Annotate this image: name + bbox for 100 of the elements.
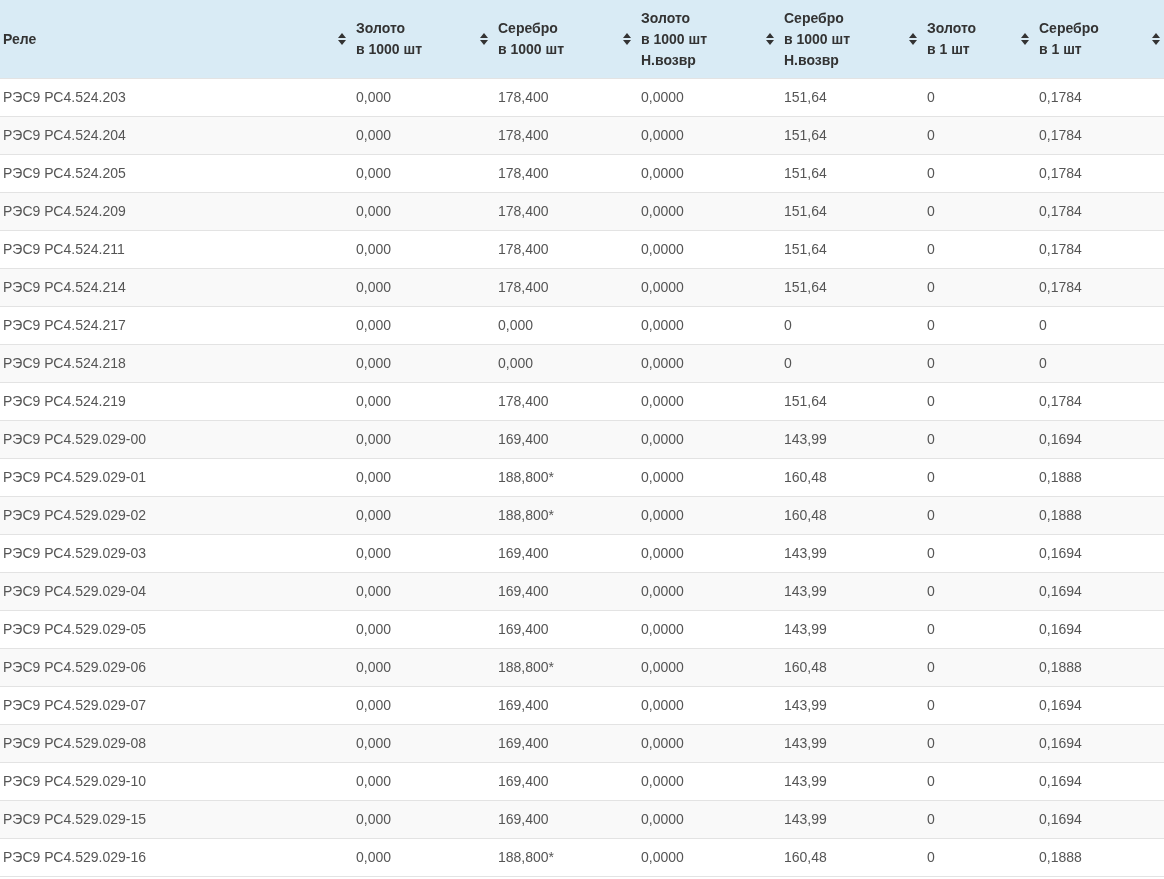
- table-cell-text: 0,0000: [641, 582, 684, 601]
- column-header[interactable]: Золото в 1000 шт Н.возвр: [641, 7, 708, 71]
- table-cell-text: 0,000: [356, 848, 392, 867]
- table-cell-text: 0,1888: [1039, 658, 1082, 677]
- table-cell-text: 0,0000: [641, 772, 684, 791]
- table-cell-text: 0: [927, 810, 935, 829]
- table-cell-text: 0,1694: [1039, 810, 1082, 829]
- table-cell-text: РЭС9 РС4.529.029-04: [3, 582, 146, 601]
- table-cell-text: 0,1784: [1039, 202, 1082, 221]
- table-cell-text: 0,1694: [1039, 772, 1082, 791]
- column-header[interactable]: Золото в 1000 шт: [356, 18, 423, 60]
- table-cell-text: 0,1694: [1039, 734, 1082, 753]
- column-header[interactable]: Реле: [3, 28, 37, 50]
- table-cell-text: 151,64: [784, 126, 827, 145]
- table-cell-text: 0: [927, 468, 935, 487]
- table-cell-text: 0,1694: [1039, 696, 1082, 715]
- table-cell-text: 188,800*: [498, 506, 555, 525]
- table-cell-text: 0: [927, 240, 935, 259]
- table-cell-text: 0: [927, 506, 935, 525]
- sort-icon[interactable]: [338, 33, 346, 45]
- column-header[interactable]: Серебро в 1 шт: [1039, 18, 1099, 60]
- table-cell-text: 0,000: [356, 544, 392, 563]
- table-cell-text: 160,48: [784, 468, 827, 487]
- table-cell-text: 0,0000: [641, 848, 684, 867]
- column-header[interactable]: Серебро в 1000 шт Н.возвр: [784, 7, 851, 71]
- table-cell-text: 0: [927, 164, 935, 183]
- table-cell-text: 0,1888: [1039, 506, 1082, 525]
- table-cell-text: 0,0000: [641, 316, 684, 335]
- table-cell-text: РЭС9 РС4.524.217: [3, 316, 126, 335]
- table-cell-text: 178,400: [498, 278, 549, 297]
- sort-icon[interactable]: [623, 33, 631, 45]
- table-cell-text: РЭС9 РС4.529.029-08: [3, 734, 146, 753]
- table-cell-text: 143,99: [784, 582, 827, 601]
- table-cell-text: 0,1694: [1039, 430, 1082, 449]
- table-cell-text: РЭС9 РС4.529.029-06: [3, 658, 146, 677]
- table-cell-text: 0,000: [356, 620, 392, 639]
- table-cell-text: 151,64: [784, 88, 827, 107]
- table-cell-text: 0: [927, 278, 935, 297]
- table-cell-text: 0,000: [356, 772, 392, 791]
- table-cell-text: 143,99: [784, 810, 827, 829]
- sort-icon[interactable]: [480, 33, 488, 45]
- table-cell-text: 178,400: [498, 88, 549, 107]
- table-cell-text: 169,400: [498, 582, 549, 601]
- table-cell-text: 0,1888: [1039, 468, 1082, 487]
- sort-icon[interactable]: [766, 33, 774, 45]
- table-cell-text: 0: [927, 392, 935, 411]
- table-cell-text: 0,0000: [641, 164, 684, 183]
- table-cell-text: 143,99: [784, 772, 827, 791]
- table-cell-text: 0,1784: [1039, 392, 1082, 411]
- table-cell-text: 0: [927, 734, 935, 753]
- table-cell-text: 0,0000: [641, 810, 684, 829]
- table-cell-text: 169,400: [498, 734, 549, 753]
- sort-icon[interactable]: [909, 33, 917, 45]
- table-cell-text: 0,000: [356, 88, 392, 107]
- table-cell-text: 0,000: [498, 354, 534, 373]
- table-cell-text: 143,99: [784, 544, 827, 563]
- table-cell-text: РЭС9 РС4.524.209: [3, 202, 126, 221]
- table-cell-text: 188,800*: [498, 848, 555, 867]
- table-cell-text: РЭС9 РС4.529.029-16: [3, 848, 146, 867]
- table-cell-text: 169,400: [498, 772, 549, 791]
- table-cell-text: 0: [927, 316, 935, 335]
- table-cell-text: 143,99: [784, 696, 827, 715]
- table-cell-text: 0,0000: [641, 430, 684, 449]
- table-cell-text: 0: [927, 696, 935, 715]
- table-cell-text: РЭС9 РС4.524.204: [3, 126, 126, 145]
- table-cell-text: РЭС9 РС4.524.203: [3, 88, 126, 107]
- table-cell-text: 0: [927, 126, 935, 145]
- table-cell-text: 0: [927, 848, 935, 867]
- column-header[interactable]: Серебро в 1000 шт: [498, 18, 565, 60]
- table-cell-text: 0,1784: [1039, 126, 1082, 145]
- table-cell-text: РЭС9 РС4.529.029-01: [3, 468, 146, 487]
- table-cell-text: 178,400: [498, 164, 549, 183]
- table-cell-text: РЭС9 РС4.529.029-02: [3, 506, 146, 525]
- table-cell-text: 0,000: [356, 582, 392, 601]
- table-cell-text: РЭС9 РС4.524.214: [3, 278, 126, 297]
- table-cell-text: 169,400: [498, 810, 549, 829]
- table-cell-text: 0: [1039, 354, 1047, 373]
- table-cell-text: 0: [927, 582, 935, 601]
- table-cell-text: 0: [1039, 316, 1047, 335]
- table-cell-text: 0,000: [356, 126, 392, 145]
- table-cell-text: РЭС9 РС4.529.029-00: [3, 430, 146, 449]
- sort-icon[interactable]: [1152, 33, 1160, 45]
- table-cell-text: 0,000: [356, 202, 392, 221]
- table-cell-text: 0,1694: [1039, 582, 1082, 601]
- table-cell-text: 143,99: [784, 734, 827, 753]
- column-header[interactable]: Золото в 1 шт: [927, 18, 977, 60]
- sort-icon[interactable]: [1021, 33, 1029, 45]
- table-cell-text: 151,64: [784, 240, 827, 259]
- table-cell-text: 0,000: [356, 658, 392, 677]
- table-cell-text: 0,1694: [1039, 544, 1082, 563]
- table-cell-text: 178,400: [498, 126, 549, 145]
- table-cell-text: 0,0000: [641, 544, 684, 563]
- table-cell-text: 0,1888: [1039, 848, 1082, 867]
- table-cell-text: 0,0000: [641, 658, 684, 677]
- table-cell-text: РЭС9 РС4.529.029-15: [3, 810, 146, 829]
- table-cell-text: 0,0000: [641, 278, 684, 297]
- table-cell-text: РЭС9 РС4.529.029-03: [3, 544, 146, 563]
- table-cell-text: 0,000: [356, 696, 392, 715]
- table-cell-text: 151,64: [784, 392, 827, 411]
- table-cell-text: РЭС9 РС4.524.219: [3, 392, 126, 411]
